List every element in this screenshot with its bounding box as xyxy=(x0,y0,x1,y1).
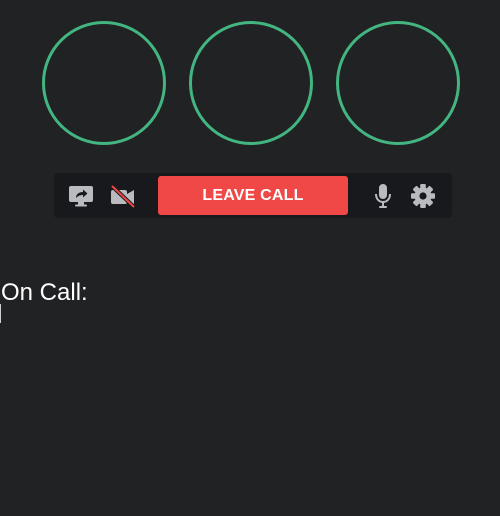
participant-avatar[interactable] xyxy=(189,21,313,145)
participant-avatar[interactable] xyxy=(336,21,460,145)
screen-share-icon[interactable] xyxy=(67,182,95,210)
participant-avatar[interactable] xyxy=(42,21,166,145)
call-controls-bar: LEAVE CALL xyxy=(54,173,452,218)
camera-off-icon[interactable] xyxy=(109,182,137,210)
participant-avatars xyxy=(42,21,464,149)
gear-icon[interactable] xyxy=(409,182,437,210)
on-call-heading: On Call: xyxy=(1,279,88,306)
text-caret xyxy=(0,304,1,323)
call-screen: LEAVE CALL On Call: xyxy=(0,0,500,516)
leave-call-button[interactable]: LEAVE CALL xyxy=(158,176,348,215)
microphone-icon[interactable] xyxy=(369,182,397,210)
